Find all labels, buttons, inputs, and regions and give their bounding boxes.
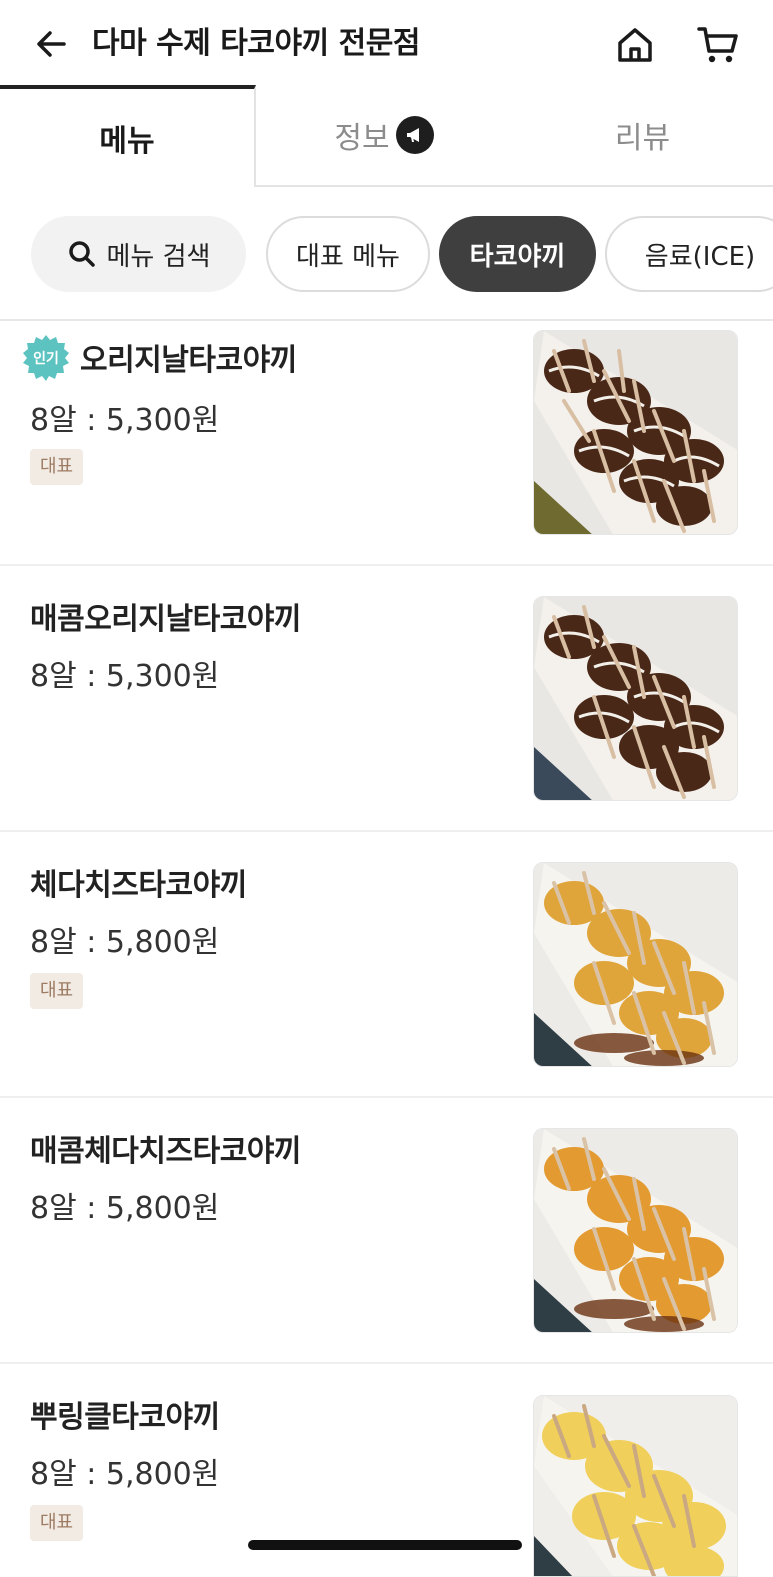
menu-item-photo [533, 1395, 738, 1577]
chip-representative-menu[interactable]: 대표 메뉴 [266, 216, 430, 292]
search-icon [68, 241, 95, 267]
tab-menu-label: 메뉴 [99, 124, 155, 159]
cart-button[interactable] [694, 22, 742, 68]
menu-item-name: 매콤오리지날타코야끼 [30, 602, 302, 637]
menu-item-title-row: 매콤오리지날타코야끼 [30, 594, 302, 638]
arrow-left-icon [37, 31, 66, 57]
store-tabs: 메뉴 정보 리뷰 [0, 85, 773, 187]
menu-item-tag: 대표 [30, 1505, 84, 1541]
cart-icon [697, 27, 738, 63]
home-icon [618, 28, 652, 62]
tab-info[interactable]: 정보 [256, 85, 512, 187]
back-button[interactable] [30, 22, 74, 66]
menu-item-title-row: 뿌링클타코야끼 [30, 1392, 220, 1436]
menu-item-tag: 대표 [30, 449, 84, 485]
chip-label: 타코야끼 [469, 241, 566, 272]
popular-badge-icon: 인기 [23, 335, 69, 381]
menu-item-title-row: 인기 오리지날타코야끼 [23, 333, 297, 381]
popular-badge-label: 인기 [33, 350, 59, 367]
menu-item[interactable]: 체다치즈타코야끼 8알 : 5,800원 대표 [0, 832, 773, 1096]
menu-item-price: 8알 : 5,800원 [30, 925, 220, 960]
menu-item[interactable]: 매콤오리지날타코야끼 8알 : 5,300원 [0, 566, 773, 830]
tab-review-label: 리뷰 [614, 121, 671, 156]
menu-search-label: 메뉴 검색 [106, 241, 211, 272]
menu-item-price: 8알 : 5,800원 [30, 1191, 220, 1226]
menu-item-name: 오리지날타코야끼 [80, 343, 297, 378]
menu-item-price: 8알 : 5,800원 [30, 1457, 220, 1492]
menu-item-photo [533, 330, 738, 535]
tab-review[interactable]: 리뷰 [512, 85, 773, 187]
chip-label: 대표 메뉴 [296, 241, 400, 272]
menu-item[interactable]: 인기 오리지날타코야끼 8알 : 5,300원 대표 [0, 321, 773, 564]
chip-drinks-ice[interactable]: 음료(ICE) [605, 216, 773, 292]
tab-info-label: 정보 [334, 121, 390, 156]
chip-takoyaki[interactable]: 타코야끼 [439, 216, 596, 292]
menu-search-button[interactable]: 메뉴 검색 [31, 216, 246, 292]
menu-item-price: 8알 : 5,300원 [30, 659, 220, 694]
menu-item-price: 8알 : 5,300원 [30, 403, 220, 438]
menu-item-name: 매콤체다치즈타코야끼 [30, 1134, 302, 1169]
app-header: 다마 수제 타코야끼 전문점 [0, 0, 773, 88]
home-button[interactable] [612, 22, 658, 68]
menu-item-name: 체다치즈타코야끼 [30, 868, 247, 903]
menu-item-title-row: 체다치즈타코야끼 [30, 860, 247, 904]
home-indicator [248, 1540, 522, 1550]
menu-item-photo [533, 1128, 738, 1333]
menu-item-tag: 대표 [30, 973, 84, 1009]
menu-item[interactable]: 매콤체다치즈타코야끼 8알 : 5,800원 [0, 1098, 773, 1362]
chip-label: 음료(ICE) [644, 241, 756, 272]
category-chips: 메뉴 검색 대표 메뉴 타코야끼 음료(ICE) [0, 216, 773, 292]
menu-item-photo [533, 862, 738, 1067]
menu-item-title-row: 매콤체다치즈타코야끼 [30, 1126, 302, 1170]
menu-item-name: 뿌링클타코야끼 [30, 1400, 220, 1435]
tab-menu[interactable]: 메뉴 [0, 85, 256, 187]
megaphone-icon [395, 116, 434, 154]
menu-item-photo [533, 596, 738, 801]
page-title: 다마 수제 타코야끼 전문점 [92, 26, 420, 61]
